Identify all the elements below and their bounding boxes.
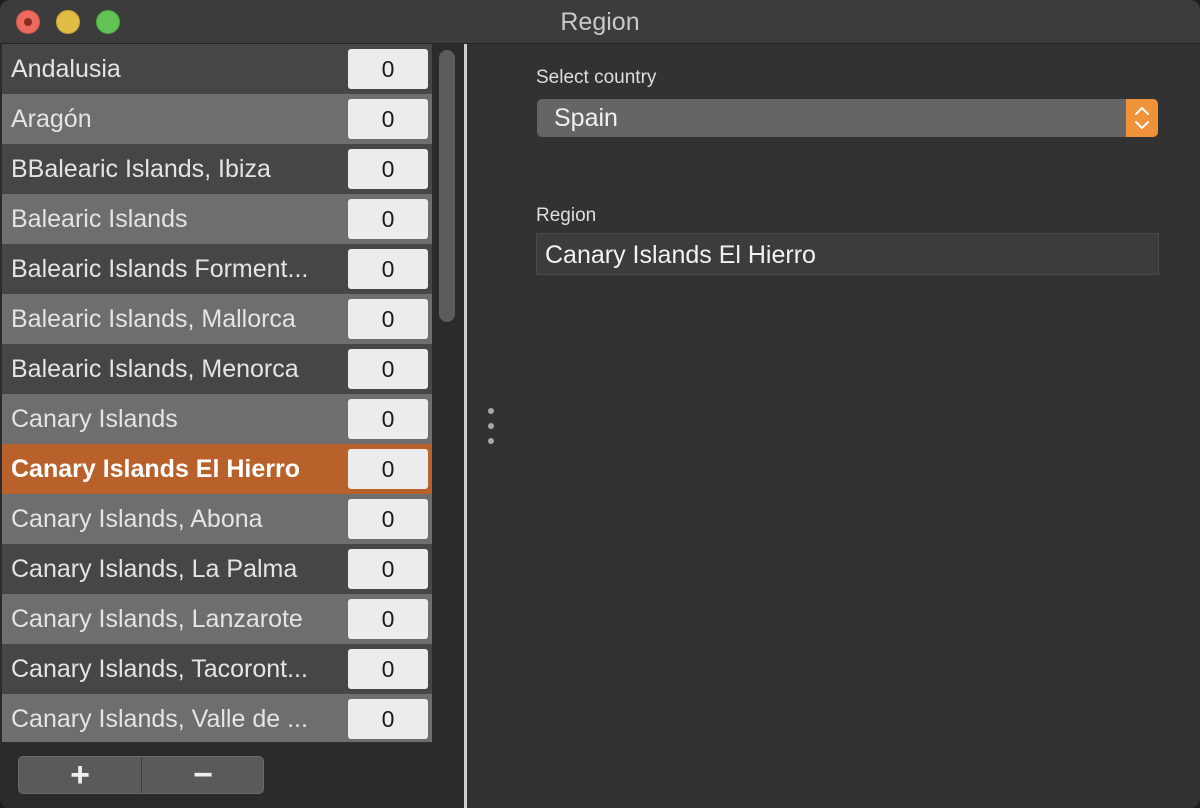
remove-region-button[interactable]: − <box>142 757 263 793</box>
add-remove-segmented-control: + − <box>18 756 264 794</box>
count-field[interactable]: 0 <box>348 149 428 189</box>
region-field-label: Region <box>536 205 597 226</box>
list-item[interactable]: Canary Islands, Tacoront... 0 <box>2 644 432 694</box>
list-item-label: Canary Islands El Hierro <box>11 455 301 483</box>
window-title: Region <box>560 8 640 36</box>
list-item[interactable]: Andalusia 0 <box>2 44 432 94</box>
list-item-label: Canary Islands, La Palma <box>11 555 298 583</box>
list-item[interactable]: Aragón 0 <box>2 94 432 144</box>
title-bar[interactable]: Region <box>0 0 1200 44</box>
region-name-field[interactable]: Canary Islands El Hierro <box>536 233 1159 275</box>
region-list-panel: Andalusia 0 Aragón 0 BBalearic Islands, Ibiz… <box>0 44 464 808</box>
list-item-label: Canary Islands, Abona <box>11 505 263 533</box>
count-field[interactable]: 0 <box>348 449 428 489</box>
region-list[interactable]: Andalusia 0 Aragón 0 BBalearic Islands, Ibiz… <box>2 44 432 742</box>
list-item[interactable]: Canary Islands, La Palma 0 <box>2 544 432 594</box>
list-item-label: Balearic Islands <box>11 205 188 233</box>
list-item[interactable]: Canary Islands, Valle de ... 0 <box>2 694 432 742</box>
select-country-label: Select country <box>536 67 657 88</box>
list-item-label: Canary Islands, Tacoront... <box>11 655 308 683</box>
count-field[interactable]: 0 <box>348 249 428 289</box>
list-item[interactable]: Balearic Islands Forment... 0 <box>2 244 432 294</box>
scroll-thumb[interactable] <box>439 50 455 322</box>
country-select-value: Spain <box>554 104 618 132</box>
list-item[interactable]: Canary Islands 0 <box>2 394 432 444</box>
list-item-selected[interactable]: Canary Islands El Hierro 0 <box>2 444 432 494</box>
list-item-label: Balearic Islands Forment... <box>11 255 309 283</box>
count-field[interactable]: 0 <box>348 649 428 689</box>
chevron-up-down-icon[interactable] <box>1126 99 1158 137</box>
count-field[interactable]: 0 <box>348 499 428 539</box>
region-name-value: Canary Islands El Hierro <box>545 241 816 269</box>
list-item[interactable]: Canary Islands, Abona 0 <box>2 494 432 544</box>
list-item[interactable]: Balearic Islands, Menorca 0 <box>2 344 432 394</box>
count-field[interactable]: 0 <box>348 399 428 439</box>
add-region-button[interactable]: + <box>19 757 142 793</box>
count-field[interactable]: 0 <box>348 699 428 739</box>
list-item-label: BBalearic Islands, Ibiza <box>11 155 271 183</box>
list-item-label: Canary Islands <box>11 405 178 433</box>
count-field[interactable]: 0 <box>348 99 428 139</box>
list-item-label: Balearic Islands, Mallorca <box>11 305 296 333</box>
list-item-label: Balearic Islands, Menorca <box>11 355 299 383</box>
list-item-label: Andalusia <box>11 55 121 83</box>
detail-panel: Select country Spain Region Canary Islan… <box>467 44 1200 808</box>
count-field[interactable]: 0 <box>348 349 428 389</box>
list-item-label: Aragón <box>11 105 92 133</box>
count-field[interactable]: 0 <box>348 549 428 589</box>
list-item-label: Canary Islands, Valle de ... <box>11 705 308 733</box>
list-item[interactable]: Canary Islands, Lanzarote 0 <box>2 594 432 644</box>
list-scrollbar[interactable] <box>432 44 464 742</box>
list-item[interactable]: Balearic Islands 0 <box>2 194 432 244</box>
count-field[interactable]: 0 <box>348 49 428 89</box>
list-item-label: Canary Islands, Lanzarote <box>11 605 303 633</box>
list-item[interactable]: BBalearic Islands, Ibiza 0 <box>2 144 432 194</box>
country-select[interactable]: Spain <box>537 99 1158 137</box>
count-field[interactable]: 0 <box>348 299 428 339</box>
list-item[interactable]: Balearic Islands, Mallorca 0 <box>2 294 432 344</box>
count-field[interactable]: 0 <box>348 599 428 639</box>
count-field[interactable]: 0 <box>348 199 428 239</box>
split-handle-icon[interactable] <box>487 408 495 448</box>
region-window: Region Andalusia 0 Aragón 0 BBalearic Island… <box>0 0 1200 808</box>
